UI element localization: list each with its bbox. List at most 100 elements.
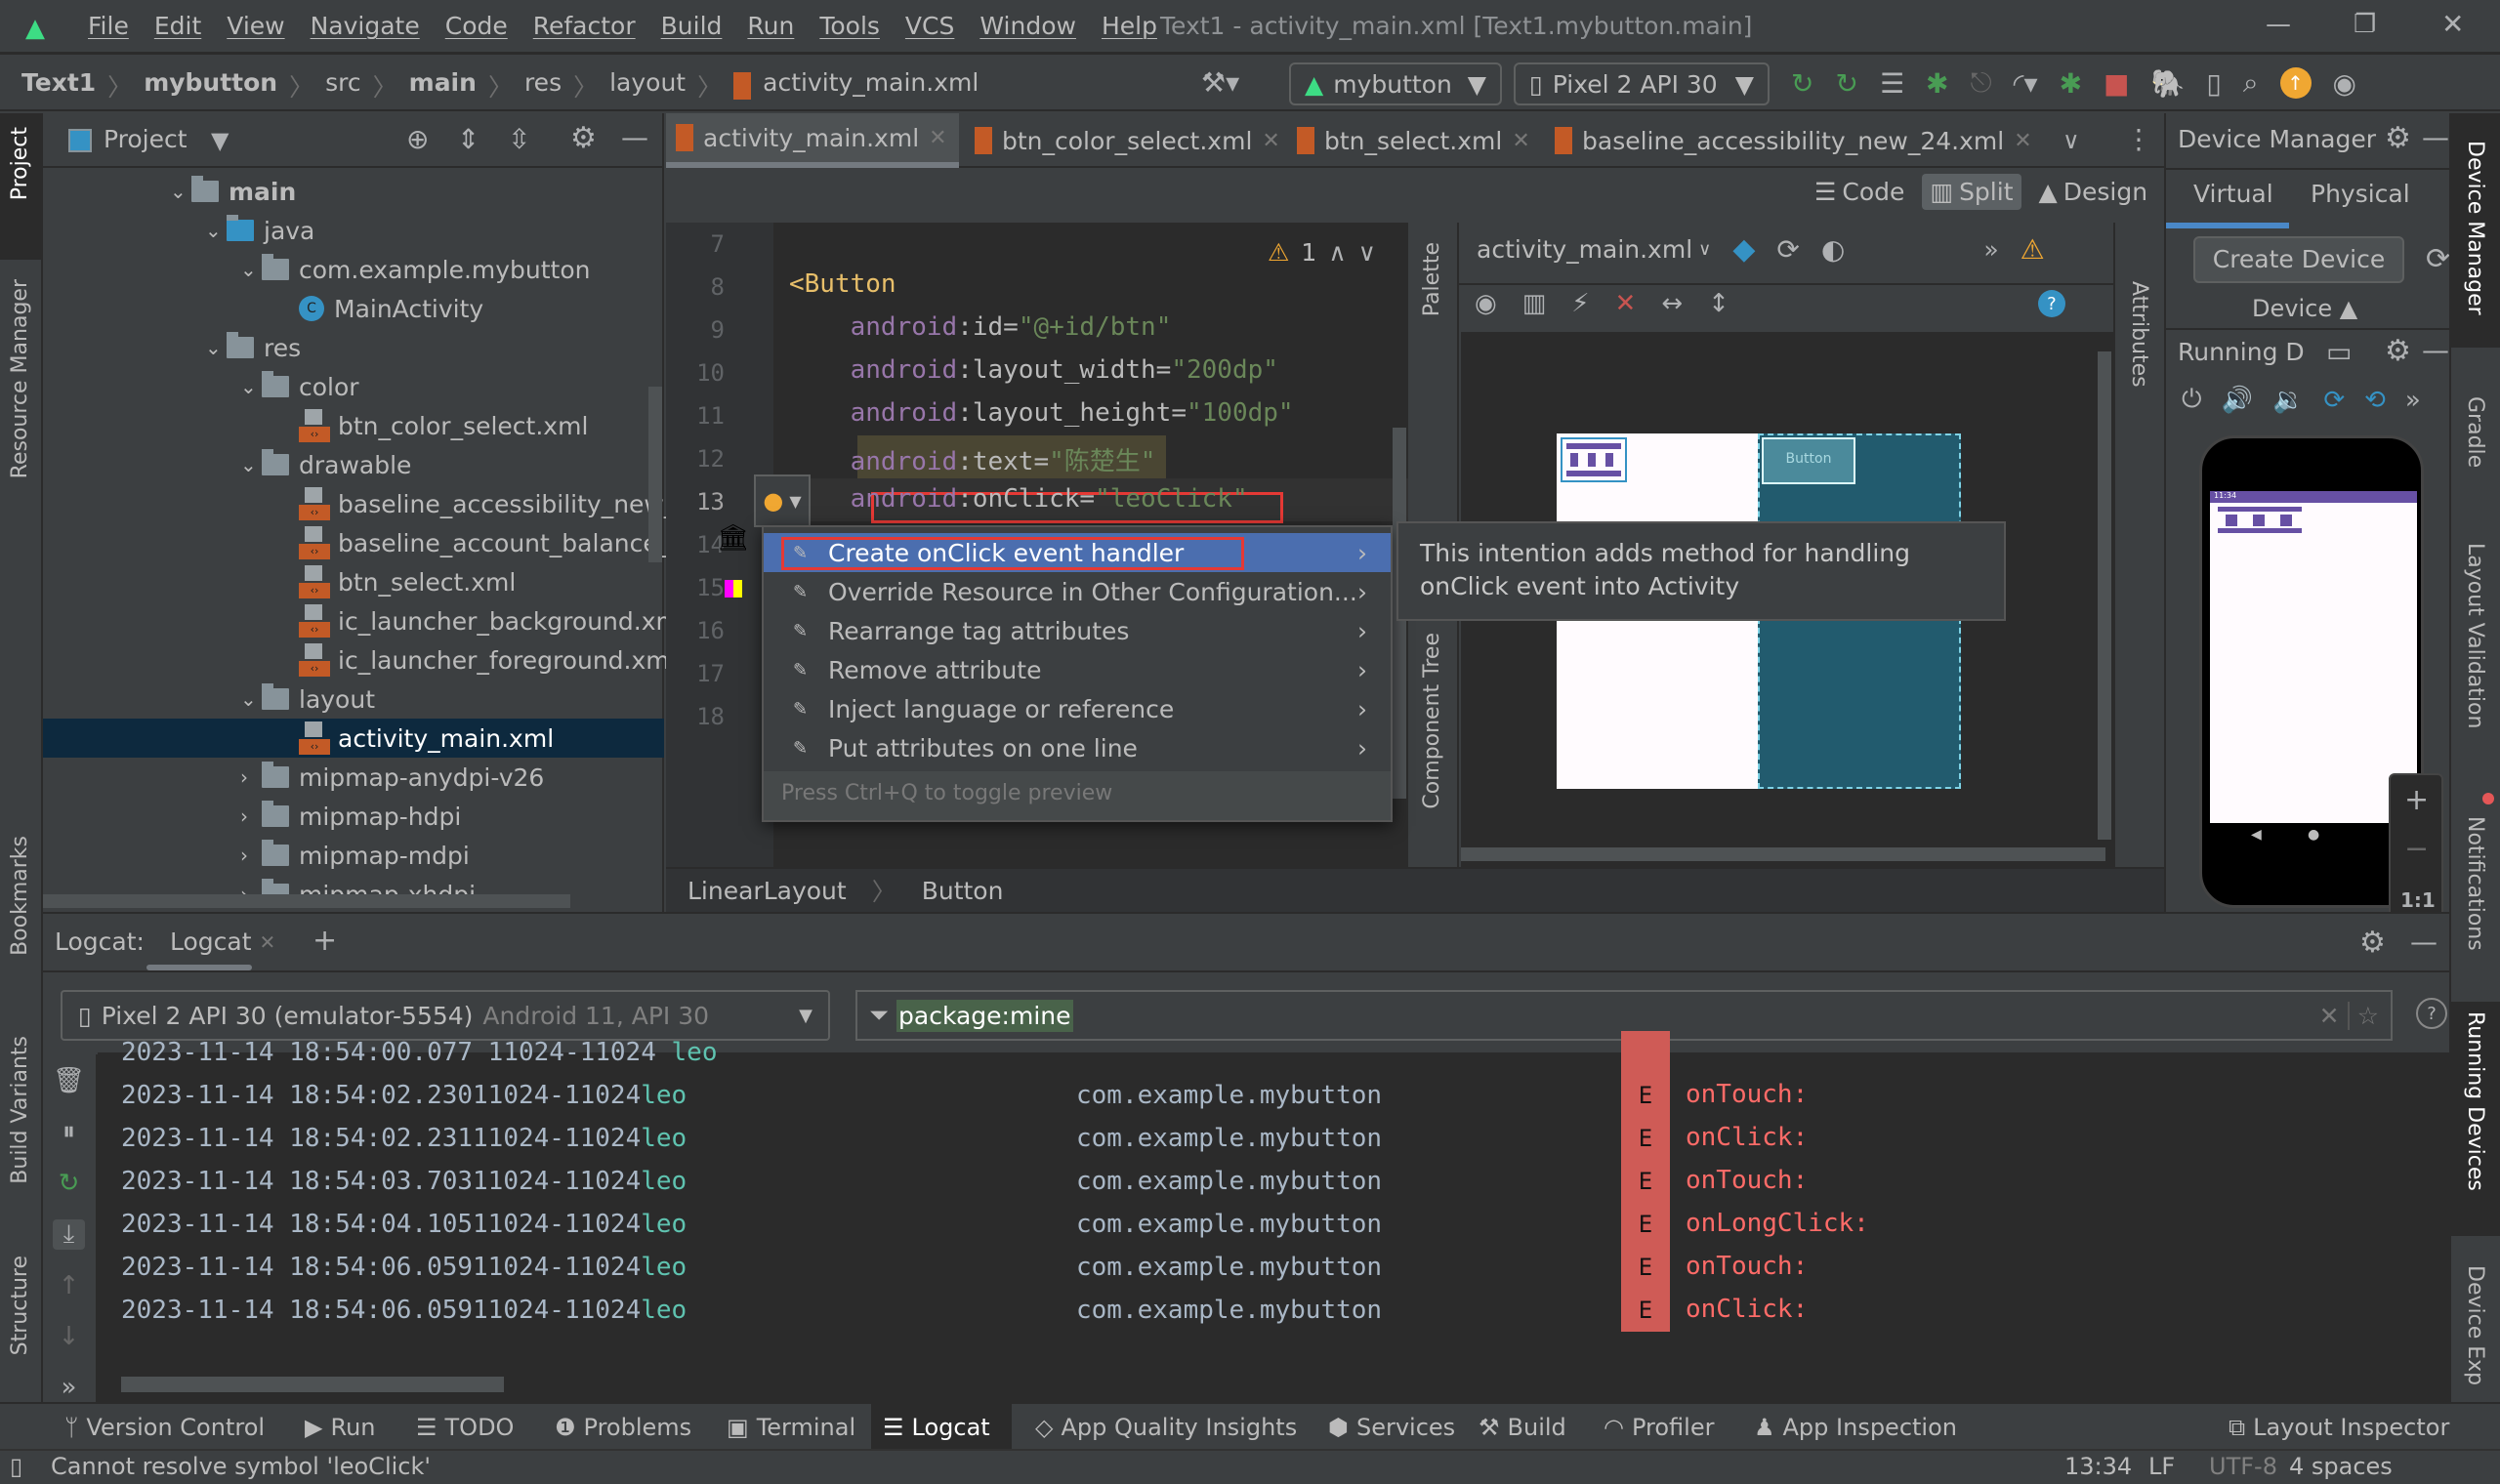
menu-tools[interactable]: Tools bbox=[819, 12, 880, 40]
tree-item[interactable]: ⌄ java bbox=[205, 211, 314, 250]
tool-run[interactable]: ▶ Run bbox=[293, 1404, 388, 1451]
canvas-vertical-scrollbar[interactable] bbox=[2098, 351, 2111, 840]
split-mode-button[interactable]: ▥ Split bbox=[1922, 174, 2021, 210]
canvas-horizontal-scrollbar[interactable] bbox=[1461, 847, 2105, 861]
tab-activity-main[interactable]: activity_main.xml ✕ bbox=[666, 113, 959, 168]
crumb-file[interactable]: activity_main.xml bbox=[763, 68, 979, 103]
code-line[interactable]: android:text="陈楚生" bbox=[789, 441, 1156, 477]
warning-icon[interactable]: ⚠ bbox=[1268, 238, 1289, 267]
autoconnect-icon[interactable]: ⚡ bbox=[1571, 289, 1589, 318]
build-hammer-icon[interactable]: ⚒▾ bbox=[1201, 66, 1239, 99]
tree-item[interactable]: › mipmap-mdpi bbox=[240, 836, 470, 875]
chevron-right-icon[interactable]: › bbox=[1357, 734, 1367, 763]
indent-setting[interactable]: 4 spaces bbox=[2289, 1453, 2393, 1480]
crumb-module[interactable]: mybutton bbox=[144, 68, 277, 103]
run-config-select[interactable]: ▲ mybutton ▼ bbox=[1289, 62, 1502, 105]
tool-tab-structure[interactable]: Structure bbox=[8, 1256, 32, 1355]
crumb-project[interactable]: Text1 bbox=[21, 68, 96, 103]
menu-view[interactable]: View bbox=[227, 12, 284, 40]
chevron-right-icon[interactable]: › bbox=[240, 844, 262, 867]
close-tab-icon[interactable]: ✕ bbox=[1512, 129, 1529, 153]
logcat-output[interactable]: 2023-11-14 18:54:00.077 11024-11024 leo … bbox=[98, 1031, 2449, 1402]
volume-down-icon[interactable]: 🔉 bbox=[2272, 386, 2304, 415]
device-column-header[interactable]: Device ▲ bbox=[2252, 295, 2357, 322]
locate-file-icon[interactable]: ⊕ bbox=[406, 123, 429, 155]
chevron-right-icon[interactable]: › bbox=[240, 804, 262, 828]
chevron-down-icon[interactable]: ⌄ bbox=[205, 336, 227, 359]
zoom-in-button[interactable]: + bbox=[2404, 783, 2429, 817]
chevron-right-icon[interactable]: › bbox=[240, 765, 262, 789]
tool-tab-gradle[interactable]: Gradle bbox=[2463, 396, 2487, 468]
nav-home-icon[interactable]: ● bbox=[2308, 827, 2319, 843]
log-row[interactable]: 2023-11-14 18:54:06.059 11024-11024 leo bbox=[121, 1246, 687, 1289]
tool-tab-device-manager[interactable]: Device Manager bbox=[2463, 141, 2487, 315]
layout-file-select[interactable]: activity_main.xml ∨ bbox=[1477, 235, 1711, 264]
tab-baseline-accessibility[interactable]: baseline_accessibility_new_24.xml ✕ bbox=[1545, 113, 2042, 168]
tab-virtual[interactable]: Virtual bbox=[2193, 180, 2273, 208]
project-view-select[interactable]: Project bbox=[104, 125, 188, 153]
expand-all-icon[interactable]: ⇕ bbox=[457, 123, 479, 155]
design-mode-button[interactable]: ▲ Design bbox=[2031, 174, 2156, 210]
menu-help[interactable]: Help bbox=[1102, 12, 1157, 40]
next-highlight-icon[interactable]: ∨ bbox=[1358, 238, 1376, 267]
menu-window[interactable]: Window bbox=[979, 12, 1076, 40]
intention-item[interactable]: ✎ Override Resource in Other Configuratio… bbox=[764, 572, 1391, 611]
crumb-button[interactable]: Button bbox=[922, 877, 1004, 905]
crumb-linearlayout[interactable]: LinearLayout bbox=[688, 877, 847, 905]
intention-item[interactable]: ✎ Inject language or reference › bbox=[764, 689, 1391, 728]
more-actions-icon[interactable]: » bbox=[53, 1373, 85, 1402]
menu-file[interactable]: File bbox=[88, 12, 129, 40]
tool-logcat[interactable]: ☰ Logcat bbox=[871, 1404, 1012, 1451]
refresh-icon[interactable]: ⟳ bbox=[2426, 242, 2450, 276]
tool-todo[interactable]: ☰ TODO bbox=[404, 1404, 525, 1451]
filter-icon[interactable]: ⏷ bbox=[869, 1001, 889, 1030]
tool-layout-inspector[interactable]: ⧉ Layout Inspector bbox=[2217, 1404, 2461, 1451]
close-tab-icon[interactable]: ✕ bbox=[929, 126, 946, 150]
hide-panel-icon[interactable]: — bbox=[2422, 121, 2449, 153]
gear-icon[interactable]: ⚙ bbox=[2385, 334, 2411, 368]
tab-btn-color-select[interactable]: btn_color_select.xml ✕ bbox=[965, 113, 1290, 168]
account-icon[interactable]: ◉ bbox=[2333, 67, 2356, 100]
tool-app-quality-insights[interactable]: ◇ App Quality Insights bbox=[1023, 1404, 1309, 1451]
chevron-down-icon[interactable]: ⌄ bbox=[240, 687, 262, 711]
intention-item[interactable]: ✎ Remove attribute › bbox=[764, 650, 1391, 689]
clear-logcat-icon[interactable]: 🗑 bbox=[53, 1066, 85, 1095]
log-horizontal-scrollbar[interactable] bbox=[121, 1377, 504, 1392]
status-window-icon[interactable]: ▯ bbox=[10, 1453, 22, 1480]
expand-horizontal-icon[interactable]: ↔ bbox=[1661, 289, 1683, 318]
device-manager-icon[interactable]: ▯ bbox=[2206, 67, 2221, 100]
chevron-right-icon[interactable]: › bbox=[1357, 656, 1367, 684]
view-options-icon[interactable]: ◉ bbox=[1475, 289, 1497, 318]
code-line[interactable]: android:onClick="leoClick" bbox=[789, 484, 1248, 514]
crumb-src[interactable]: src bbox=[325, 68, 361, 103]
tree-item[interactable]: ‹› ic_launcher_foreground.xml bbox=[277, 640, 677, 680]
tree-horizontal-scrollbar[interactable] bbox=[43, 894, 570, 908]
pause-icon[interactable]: ⏸ bbox=[53, 1117, 85, 1147]
menu-build[interactable]: Build bbox=[661, 12, 723, 40]
layout-warning-icon[interactable]: ⚠ bbox=[2021, 233, 2045, 266]
restore-icon[interactable]: ❐ bbox=[2354, 10, 2376, 39]
phone-app-button[interactable] bbox=[2218, 507, 2302, 533]
minimize-icon[interactable]: — bbox=[2266, 10, 2291, 39]
menu-refactor[interactable]: Refactor bbox=[533, 12, 636, 40]
component-tree-tab[interactable]: Component Tree bbox=[1420, 633, 1444, 809]
tree-item[interactable]: ‹› ic_launcher_background.xml bbox=[277, 601, 687, 640]
menu-edit[interactable]: Edit bbox=[154, 12, 201, 40]
close-window-icon[interactable]: ✕ bbox=[2441, 8, 2464, 40]
logcat-tab[interactable]: Logcat ✕ bbox=[170, 928, 275, 956]
gear-icon[interactable]: ⚙ bbox=[2385, 121, 2411, 155]
chevron-right-icon[interactable]: › bbox=[1357, 578, 1367, 606]
chevron-down-icon[interactable]: ⌄ bbox=[170, 180, 191, 203]
code-line[interactable]: <Button bbox=[789, 269, 896, 299]
tool-tab-project[interactable]: Project bbox=[8, 127, 32, 200]
tree-item[interactable]: ‹› btn_select.xml bbox=[277, 562, 516, 601]
tree-item[interactable]: ⌄ main bbox=[170, 172, 296, 211]
search-icon[interactable]: ⌕ bbox=[2243, 66, 2259, 100]
more-actions-icon[interactable]: » bbox=[2405, 386, 2421, 415]
tree-item[interactable]: ‹› btn_color_select.xml bbox=[277, 406, 588, 445]
chevron-down-icon[interactable]: ⌄ bbox=[240, 258, 262, 281]
log-row[interactable]: 2023-11-14 18:54:02.231 11024-11024 leo bbox=[121, 1117, 687, 1160]
attach-debugger-icon[interactable]: ⎋ bbox=[1971, 66, 1992, 100]
chevron-down-icon[interactable]: ⌄ bbox=[240, 375, 262, 398]
zoom-out-button[interactable]: − bbox=[2404, 832, 2429, 866]
